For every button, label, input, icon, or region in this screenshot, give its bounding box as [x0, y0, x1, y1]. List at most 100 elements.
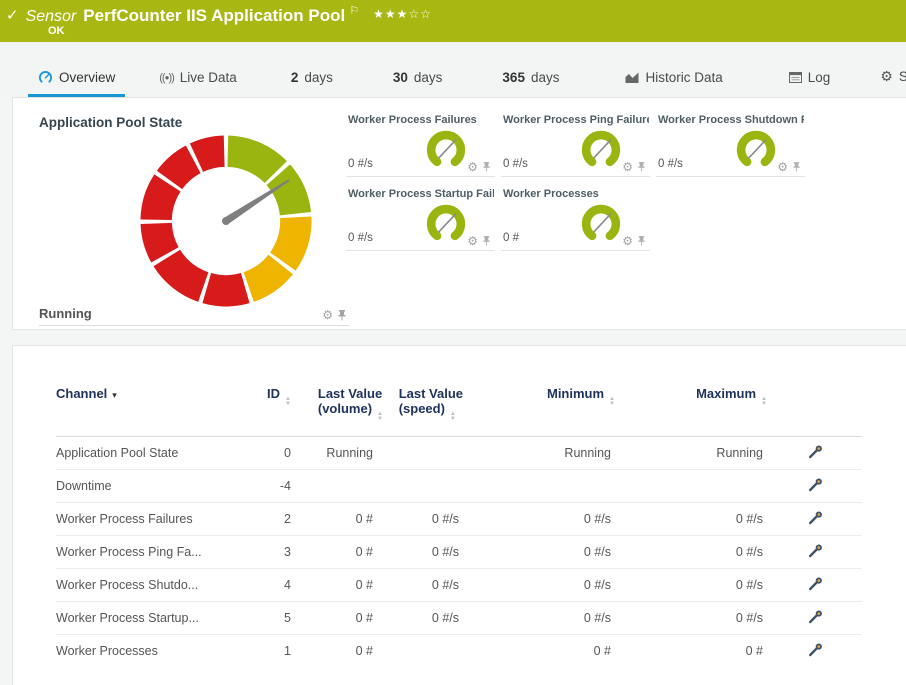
mini-gauge [423, 199, 469, 247]
cell-minimum: 0 #/s [463, 503, 615, 536]
wrench-gear-icon[interactable] [807, 477, 823, 493]
mini-gauge-title: Worker Process Ping Failures [503, 114, 649, 126]
tab-log[interactable]: Log [779, 62, 841, 97]
tab-2-days[interactable]: 2 days [281, 62, 343, 97]
mini-gauge-value: 0 # [503, 232, 519, 244]
wrench-gear-icon[interactable] [807, 576, 823, 592]
cell-last-value-volume: 0 # [291, 602, 383, 635]
tab-live-data[interactable]: ((●)) Live Data [149, 62, 247, 97]
column-header-last-value-volume[interactable]: Last Value (volume)▲▼ [291, 386, 383, 437]
gear-icon[interactable]: ⚙ [467, 235, 478, 247]
wrench-gear-icon[interactable] [807, 510, 823, 526]
mini-gauge-tile: Worker Process Failures 0 #/s ⚙ [346, 111, 495, 177]
tab-live-data-label: Live Data [180, 70, 237, 85]
cell-id: 4 [241, 569, 291, 602]
mini-gauge-value: 0 #/s [503, 158, 528, 170]
pin-icon[interactable] [792, 162, 801, 172]
cell-last-value-speed: 0 #/s [383, 602, 463, 635]
gear-icon[interactable]: ⚙ [777, 161, 788, 173]
column-header-minimum[interactable]: Minimum▲▼ [463, 386, 615, 437]
column-header-maximum-label: Maximum [696, 386, 756, 401]
table-row: Worker Process Ping Fa... 3 0 # 0 #/s 0 … [56, 536, 862, 569]
cell-channel: Worker Processes [56, 635, 241, 668]
cell-last-value-volume: 0 # [291, 536, 383, 569]
table-row: Worker Process Startup... 5 0 # 0 #/s 0 … [56, 602, 862, 635]
priority-stars[interactable]: ★★★☆☆ [373, 7, 432, 21]
cell-id: 1 [241, 635, 291, 668]
wrench-gear-icon[interactable] [807, 609, 823, 625]
wrench-gear-icon[interactable] [807, 543, 823, 559]
cell-maximum: 0 #/s [615, 569, 767, 602]
cell-last-value-speed [383, 635, 463, 668]
table-row: Application Pool State 0 Running Running… [56, 437, 862, 470]
column-header-maximum[interactable]: Maximum ▲▼ [615, 386, 767, 437]
tab-overview[interactable]: Overview [28, 62, 125, 97]
overview-panel: Application Pool State Running ⚙ Worker … [12, 97, 906, 330]
column-header-volume-line1: Last Value [318, 386, 382, 401]
gear-icon: ⚙ [880, 68, 893, 85]
cell-channel: Worker Process Startup... [56, 602, 241, 635]
cell-minimum: 0 #/s [463, 536, 615, 569]
log-icon [789, 72, 802, 83]
main-gauge-footer: Running ⚙ [39, 302, 349, 326]
mini-gauge-value: 0 #/s [348, 232, 373, 244]
cell-id: 5 [241, 602, 291, 635]
cell-last-value-volume: 0 # [291, 569, 383, 602]
gear-icon[interactable]: ⚙ [622, 235, 633, 247]
column-header-minimum-label: Minimum [547, 386, 604, 401]
cell-channel: Downtime [56, 470, 241, 503]
tab-365-days-number: 365 [502, 70, 525, 85]
tab-30-days[interactable]: 30 days [383, 62, 453, 97]
table-row: Downtime -4 [56, 470, 862, 503]
wrench-gear-icon[interactable] [807, 642, 823, 658]
column-header-channel-label: Channel [56, 386, 107, 401]
application-pool-state-gauge [131, 126, 321, 316]
table-row: Worker Process Failures 2 0 # 0 #/s 0 #/… [56, 503, 862, 536]
wrench-gear-icon[interactable] [807, 444, 823, 460]
tab-30-days-unit: days [414, 70, 443, 85]
gear-icon[interactable]: ⚙ [622, 161, 633, 173]
gear-icon[interactable]: ⚙ [322, 309, 333, 321]
cell-id: -4 [241, 470, 291, 503]
column-header-id[interactable]: ID▲▼ [241, 386, 291, 437]
chart-icon [625, 72, 639, 84]
pin-icon[interactable] [482, 162, 491, 172]
flag-icon[interactable]: ⚐ [349, 5, 359, 17]
page-title: PerfCounter IIS Application Pool [83, 6, 345, 25]
cell-last-value-volume: 0 # [291, 635, 383, 668]
tab-historic-data[interactable]: Historic Data [615, 62, 732, 97]
tab-settings[interactable]: ⚙ Settings [870, 60, 906, 97]
pin-icon[interactable] [637, 236, 646, 246]
cell-maximum: 0 # [615, 635, 767, 668]
sensor-kind-label: Sensor [26, 8, 77, 25]
column-header-channel[interactable]: Channel▾ [56, 386, 241, 437]
status-check-icon: ✓ [6, 7, 19, 24]
cell-maximum: 0 #/s [615, 536, 767, 569]
tab-365-days[interactable]: 365 days [492, 62, 569, 97]
tab-overview-label: Overview [59, 70, 115, 85]
cell-id: 2 [241, 503, 291, 536]
cell-minimum: 0 # [463, 635, 615, 668]
gear-icon[interactable]: ⚙ [467, 161, 478, 173]
sort-icon: ▲▼ [450, 412, 456, 422]
cell-channel: Worker Process Shutdo... [56, 569, 241, 602]
broadcast-icon: ((●)) [159, 72, 174, 84]
status-badge: OK [48, 25, 65, 37]
mini-gauge-tile: Worker Processes 0 # ⚙ [501, 185, 650, 251]
mini-gauge-value: 0 #/s [348, 158, 373, 170]
mini-gauge [423, 125, 469, 173]
pin-icon[interactable] [482, 236, 491, 246]
cell-maximum [615, 470, 767, 503]
cell-channel: Application Pool State [56, 437, 241, 470]
tab-365-days-unit: days [531, 70, 560, 85]
cell-channel: Worker Process Ping Fa... [56, 536, 241, 569]
column-header-last-value-speed[interactable]: Last Value (speed)▲▼ [383, 386, 463, 437]
tab-settings-label: Settings [899, 69, 906, 84]
sort-icon: ▲▼ [761, 397, 767, 407]
mini-gauge [578, 199, 624, 247]
cell-last-value-speed: 0 #/s [383, 536, 463, 569]
pin-icon[interactable] [637, 162, 646, 172]
cell-last-value-volume: 0 # [291, 503, 383, 536]
pin-icon[interactable] [337, 310, 347, 321]
mini-gauge [733, 125, 779, 173]
